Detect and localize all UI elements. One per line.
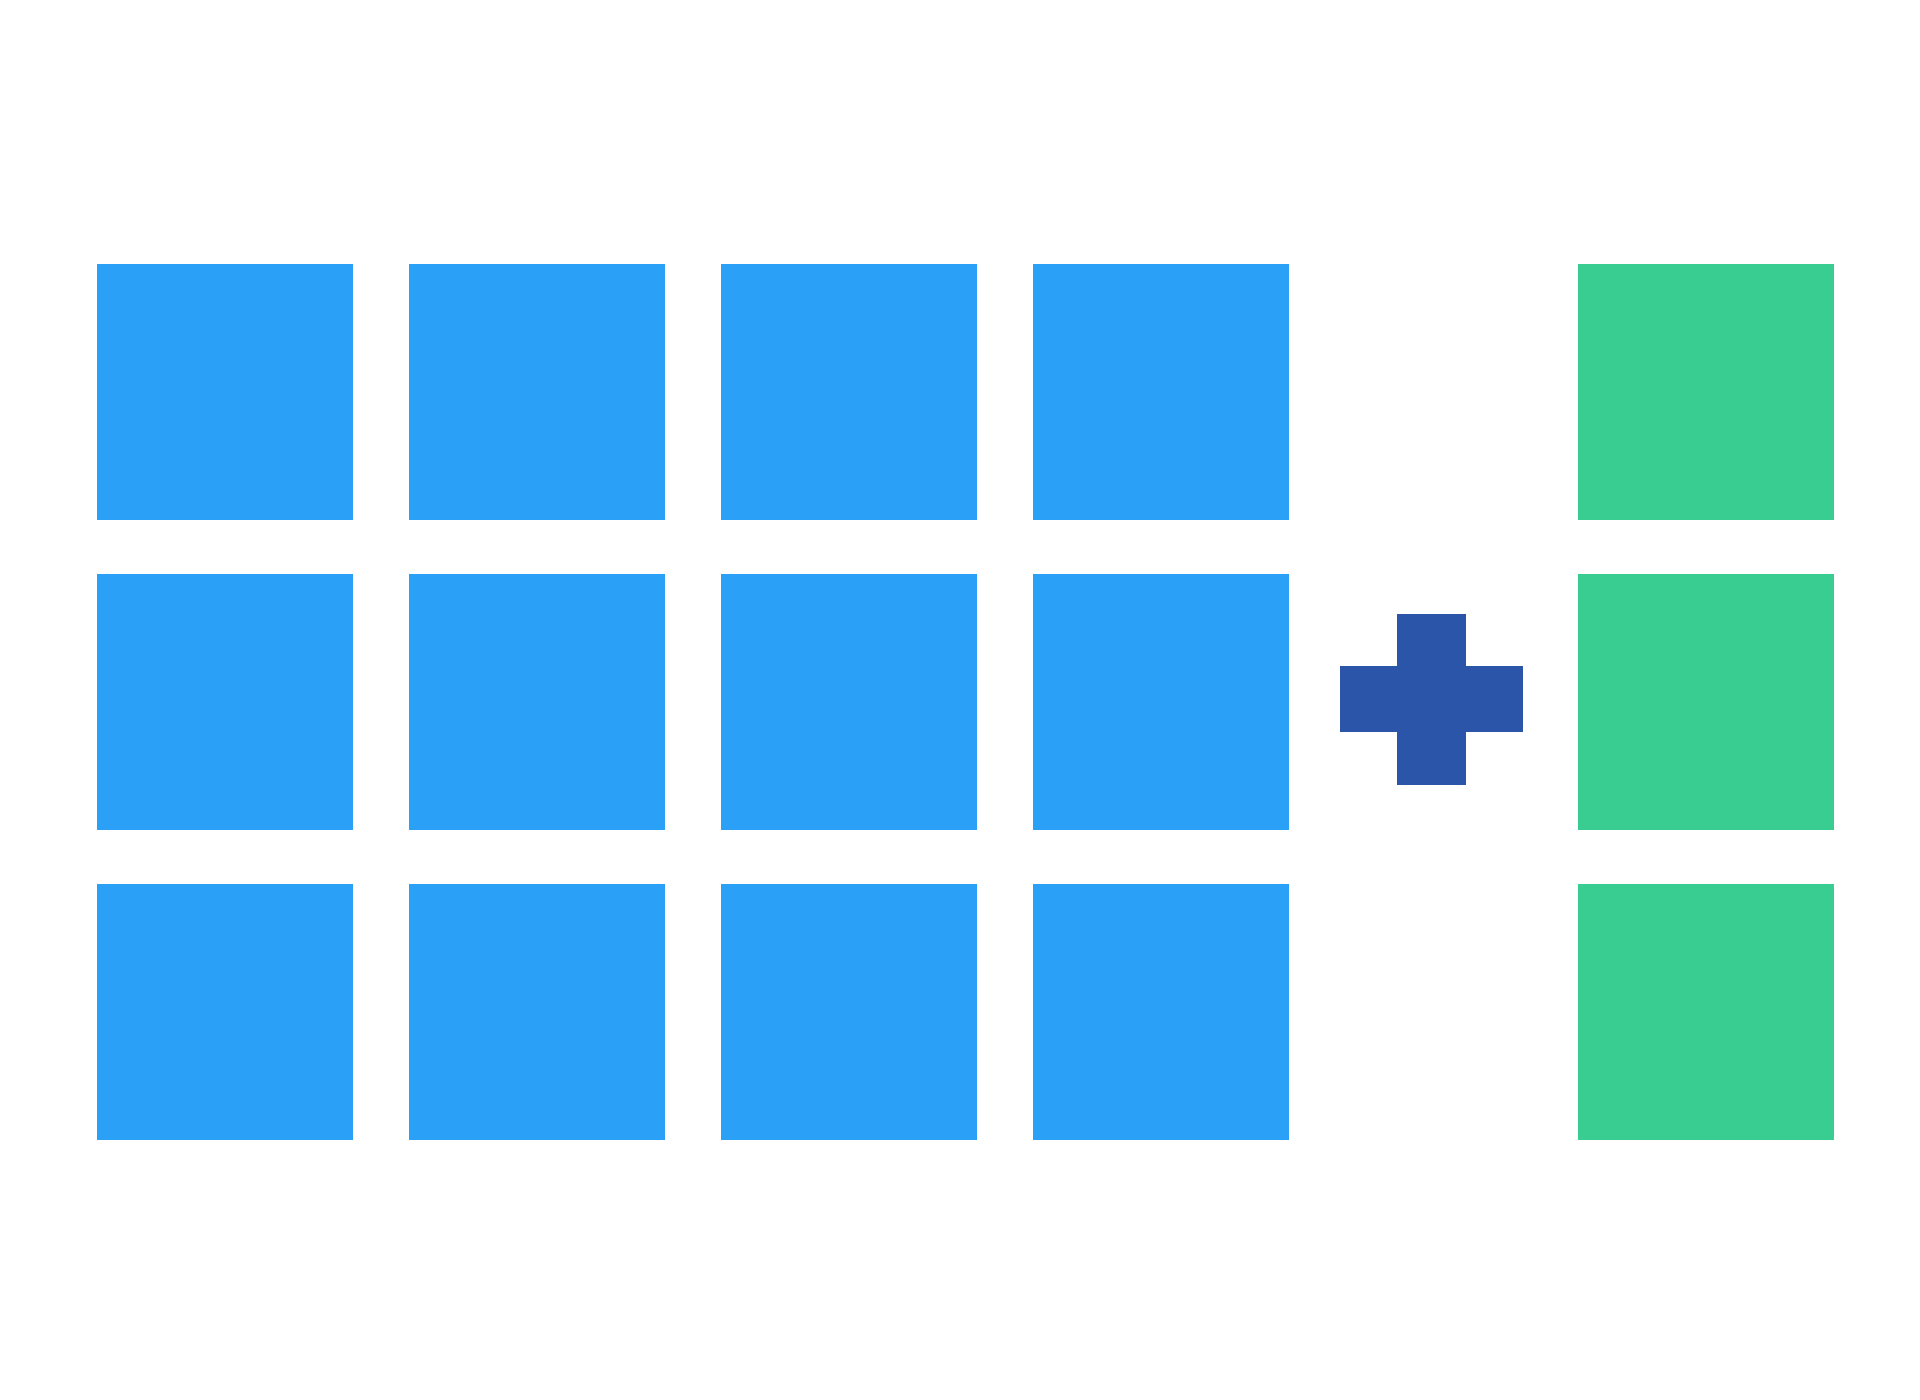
blue-tile: [97, 574, 353, 830]
blue-tile: [97, 264, 353, 520]
blue-tile: [1033, 884, 1289, 1140]
blue-tile-grid: [97, 264, 1289, 1140]
plus-icon: [1340, 614, 1523, 785]
blue-tile: [409, 574, 665, 830]
green-tile: [1578, 884, 1834, 1140]
diagram-canvas: [0, 0, 1920, 1400]
green-tile-column: [1578, 264, 1834, 1140]
green-tile: [1578, 574, 1834, 830]
green-tile: [1578, 264, 1834, 520]
plus-horizontal-bar: [1340, 666, 1523, 732]
blue-tile: [721, 884, 977, 1140]
blue-tile: [1033, 264, 1289, 520]
blue-tile: [409, 884, 665, 1140]
blue-tile: [721, 574, 977, 830]
blue-tile: [97, 884, 353, 1140]
blue-tile: [1033, 574, 1289, 830]
blue-tile: [409, 264, 665, 520]
blue-tile: [721, 264, 977, 520]
